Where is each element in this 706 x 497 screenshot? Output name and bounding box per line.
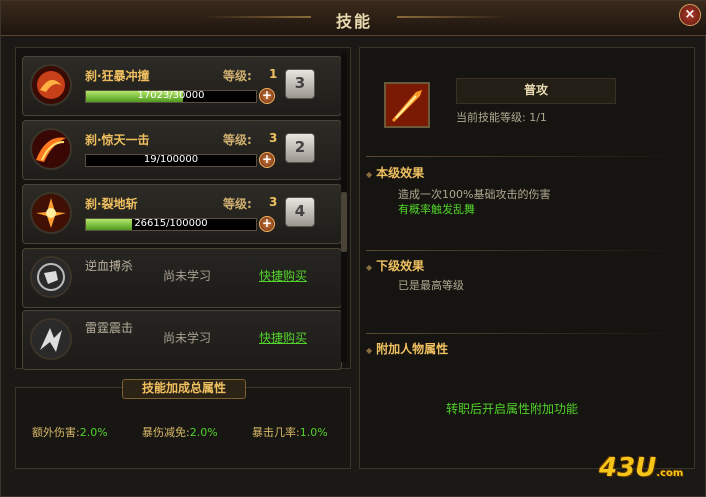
logo-text: 43U [599, 453, 657, 483]
attribute-footer-note: 转职后开启属性附加功能 [446, 402, 579, 416]
slash-strike-icon [30, 128, 72, 170]
rage-charge-icon [30, 64, 72, 106]
skill-window: 技能 × 刹·狂暴冲撞 等级: 1 17023/30000 + 3 刹·惊天一击… [0, 0, 706, 497]
stat-value: 2.0% [79, 426, 108, 439]
title-bar: 技能 × [1, 1, 706, 36]
attribute-heading: 附加人物属性 [366, 340, 448, 357]
divider [366, 250, 686, 251]
divider [366, 156, 686, 157]
skill-row[interactable]: 刹·狂暴冲撞 等级: 1 17023/30000 + 3 [22, 56, 342, 116]
upgrade-plus-button[interactable]: + [259, 88, 275, 104]
logo-suffix: .com [656, 468, 684, 479]
skill-list-scrollbar[interactable] [341, 52, 347, 362]
skill-name: 刹·惊天一击 [85, 133, 150, 147]
progress-text: 26615/100000 [134, 218, 208, 229]
skill-bonus-totals: 技能加成总属性 额外伤害:2.0% 暴伤减免:2.0% 暴击几率:1.0% [15, 379, 351, 469]
progress-text: 19/100000 [143, 154, 199, 165]
skill-row[interactable]: 刹·裂地斩 等级: 3 26615/100000 + 4 [22, 184, 342, 244]
current-effect-heading: 本级效果 [366, 164, 424, 181]
stat-crit-chance: 暴击几率:1.0% [252, 424, 328, 440]
skill-level-label: 等级: [223, 133, 252, 147]
skill-level-label: 等级: [223, 197, 252, 211]
not-learned-status: 尚未学习 [163, 331, 212, 345]
skill-level: 3 [269, 195, 278, 209]
current-effect-desc: 造成一次100%基础攻击的伤害 [398, 188, 551, 201]
selected-skill-level: 当前技能等级: 1/1 [456, 111, 547, 124]
stat-extra-damage: 额外伤害:2.0% [32, 424, 108, 440]
site-logo: 43U.com [599, 453, 683, 483]
skill-progress-bar: 17023/30000 [85, 90, 257, 103]
skill-name: 刹·裂地斩 [85, 197, 138, 211]
upgrade-plus-button[interactable]: + [259, 216, 275, 232]
stat-value: 2.0% [189, 426, 218, 439]
skill-detail-panel: 普攻 当前技能等级: 1/1 本级效果 造成一次100%基础攻击的伤害 有概率触… [359, 47, 695, 469]
skill-progress-bar: 26615/100000 [85, 218, 257, 231]
stat-label: 额外伤害: [32, 426, 80, 439]
totals-title: 技能加成总属性 [122, 379, 246, 399]
skill-progress-bar: 19/100000 [85, 154, 257, 167]
skill-level: 1 [269, 67, 278, 81]
skill-level: 3 [269, 131, 278, 145]
hotkey-badge[interactable]: 3 [285, 69, 315, 99]
progress-text: 17023/30000 [137, 90, 205, 101]
close-button[interactable]: × [679, 4, 701, 26]
not-learned-status: 尚未学习 [163, 269, 212, 283]
skill-level-label: 等级: [223, 69, 252, 83]
quick-buy-link[interactable]: 快捷购买 [259, 267, 307, 284]
window-title: 技能 [335, 12, 372, 31]
current-effect-extra: 有概率触发乱舞 [398, 203, 475, 216]
selected-skill-name: 普攻 [456, 78, 616, 104]
locked-skill-row[interactable]: 雷霆震击 尚未学习 快捷购买 [22, 310, 342, 370]
skill-name: 刹·狂暴冲撞 [85, 69, 150, 83]
stat-value: 1.0% [299, 426, 328, 439]
blood-fist-icon [30, 256, 72, 298]
quick-buy-link[interactable]: 快捷购买 [259, 329, 307, 346]
scroll-thumb[interactable] [341, 192, 347, 252]
hotkey-badge[interactable]: 4 [285, 197, 315, 227]
locked-skill-row[interactable]: 逆血搏杀 尚未学习 快捷购买 [22, 248, 342, 308]
skill-row[interactable]: 刹·惊天一击 等级: 3 19/100000 + 2 [22, 120, 342, 180]
next-effect-heading: 下级效果 [366, 257, 424, 274]
stat-crit-damage-reduction: 暴伤减免:2.0% [142, 424, 218, 440]
ground-split-icon [30, 192, 72, 234]
normal-attack-icon [384, 82, 430, 128]
stat-label: 暴击几率: [252, 426, 300, 439]
stat-label: 暴伤减免: [142, 426, 190, 439]
skill-name: 雷霆震击 [85, 321, 134, 335]
skill-list: 刹·狂暴冲撞 等级: 1 17023/30000 + 3 刹·惊天一击 等级: … [15, 47, 351, 370]
skill-name: 逆血搏杀 [85, 259, 134, 273]
upgrade-plus-button[interactable]: + [259, 152, 275, 168]
divider [366, 333, 686, 334]
hotkey-badge[interactable]: 2 [285, 133, 315, 163]
next-effect-desc: 已是最高等级 [398, 279, 464, 292]
thunder-strike-icon [30, 318, 72, 360]
